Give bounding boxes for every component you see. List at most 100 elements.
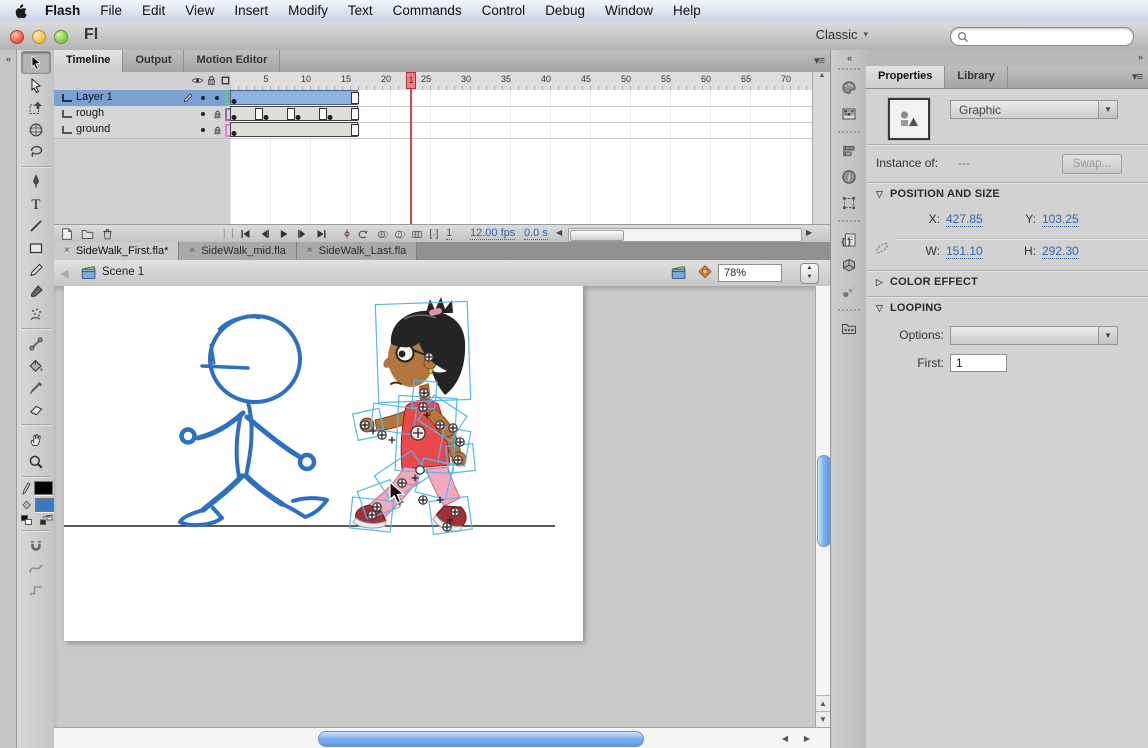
frame-rate-field[interactable]: 12.00 fps: [470, 227, 516, 240]
hand-tool[interactable]: [22, 429, 50, 450]
edit-multiple-frames-button[interactable]: [408, 226, 426, 242]
transform-panel-button[interactable]: [836, 191, 862, 215]
menu-item-text[interactable]: Text: [338, 0, 383, 22]
layer-row-layer-1[interactable]: Layer 1: [54, 90, 237, 107]
blank-keyframe[interactable]: [319, 108, 327, 120]
scroll-down-button[interactable]: ▼: [816, 711, 830, 727]
tab-properties[interactable]: Properties: [866, 66, 946, 88]
frame-span[interactable]: [230, 122, 358, 137]
timeline-vertical-scrollbar[interactable]: ▲: [812, 72, 831, 224]
play-button[interactable]: [274, 226, 292, 242]
eraser-tool[interactable]: [22, 399, 50, 420]
new-folder-button[interactable]: [78, 226, 96, 242]
stroke-color-swatch[interactable]: [34, 481, 53, 495]
onion-skin-outlines-button[interactable]: [391, 226, 409, 242]
subselection-tool[interactable]: [22, 75, 50, 96]
scroll-up-button[interactable]: ▲: [816, 695, 830, 711]
close-tab-icon[interactable]: ×: [189, 242, 195, 260]
selection-tool[interactable]: [21, 51, 51, 74]
looping-options-dropdown[interactable]: ▼: [950, 326, 1118, 345]
frame-row-rough[interactable]: [230, 106, 812, 123]
document-tab[interactable]: × SideWalk_Last.fla: [296, 242, 418, 260]
straighten-option[interactable]: [22, 579, 50, 600]
keyframe-dot[interactable]: [231, 99, 237, 104]
line-tool[interactable]: [22, 215, 50, 236]
document-tab[interactable]: × SideWalk_mid.fla: [179, 242, 297, 260]
first-frame-input[interactable]: 1: [950, 354, 1007, 372]
modify-markers-button[interactable]: [·]: [425, 226, 443, 242]
default-colors-icon[interactable]: [21, 515, 33, 526]
tab-output[interactable]: Output: [123, 50, 185, 72]
loop-playback-button[interactable]: [354, 226, 372, 242]
spray-brush-tool[interactable]: [22, 303, 50, 324]
visible-dot-icon[interactable]: [197, 124, 209, 136]
scroll-left-button[interactable]: ◀: [776, 732, 794, 746]
layer-name[interactable]: Layer 1: [76, 91, 113, 103]
zoom-tool[interactable]: [22, 451, 50, 472]
text-tool[interactable]: T: [22, 193, 50, 214]
search-input[interactable]: [950, 27, 1134, 46]
delete-layer-button[interactable]: [98, 226, 116, 242]
go-to-first-frame-button[interactable]: [236, 226, 254, 242]
onion-skin-button[interactable]: [374, 226, 392, 242]
current-frame-field[interactable]: 1: [446, 227, 453, 240]
scroll-right-button[interactable]: ▶: [798, 732, 816, 746]
timeline-scroll-left-icon[interactable]: ◀: [556, 228, 562, 237]
timeline-scrollbar-thumb[interactable]: [570, 230, 624, 241]
paint-bucket-tool[interactable]: [22, 355, 50, 376]
h-value[interactable]: 292.30: [1042, 244, 1079, 259]
apple-menu-icon[interactable]: [14, 3, 27, 19]
menu-item-view[interactable]: View: [175, 0, 224, 22]
frame-row-layer-1[interactable]: [230, 90, 812, 107]
menu-item-file[interactable]: File: [90, 0, 132, 22]
color-effect-header[interactable]: ▷ COLOR EFFECT: [876, 276, 978, 288]
zoom-stepper[interactable]: ▲ ▼: [800, 263, 819, 284]
tab-timeline[interactable]: Timeline: [54, 50, 124, 72]
step-back-button[interactable]: [255, 226, 273, 242]
layer-row-rough[interactable]: rough: [54, 106, 237, 123]
zoom-level-field[interactable]: 78%: [718, 264, 782, 282]
smooth-option[interactable]: [22, 557, 50, 578]
components-panel-button[interactable]: [836, 254, 862, 278]
keyframe-dot[interactable]: [263, 115, 269, 120]
visible-dot-icon[interactable]: [197, 92, 209, 104]
free-transform-tool[interactable]: [22, 97, 50, 118]
close-tab-icon[interactable]: ×: [307, 242, 313, 260]
timeline-horizontal-scrollbar[interactable]: [568, 228, 802, 242]
document-tab[interactable]: × SideWalk_First.fla*: [54, 242, 180, 260]
pen-tool[interactable]: [22, 171, 50, 192]
color-panel-button[interactable]: [836, 76, 862, 100]
3d-rotation-tool[interactable]: [22, 119, 50, 140]
layer-row-ground[interactable]: ground: [54, 122, 237, 139]
timeline-scroll-right-icon[interactable]: ▶: [806, 228, 812, 237]
menu-item-window[interactable]: Window: [595, 0, 663, 22]
lock-icon[interactable]: [211, 108, 223, 120]
lasso-tool[interactable]: [22, 141, 50, 162]
menu-item-modify[interactable]: Modify: [278, 0, 338, 22]
y-value[interactable]: 103.25: [1042, 212, 1079, 227]
frame-ruler[interactable]: 5 10 15 20 25 30 35 40 45 50 55 60 65 70: [230, 72, 812, 91]
horizontal-scrollbar-thumb[interactable]: [318, 731, 644, 747]
keyframe-dot[interactable]: [231, 131, 237, 136]
collapse-dock-icon[interactable]: «: [831, 53, 867, 63]
menu-item-flash[interactable]: Flash: [35, 0, 90, 22]
unlock-dot-icon[interactable]: [211, 92, 223, 104]
tab-motion-editor[interactable]: Motion Editor: [184, 50, 281, 72]
keyframe-dot[interactable]: [327, 115, 333, 120]
lock-all-layers-icon[interactable]: [205, 74, 218, 87]
expand-panels-icon[interactable]: »: [1138, 52, 1143, 62]
scene-name-label[interactable]: Scene 1: [102, 266, 144, 278]
minimize-window-button[interactable]: [32, 30, 46, 44]
menu-item-commands[interactable]: Commands: [383, 0, 472, 22]
frame-span[interactable]: [230, 90, 358, 105]
fill-color-swatch[interactable]: [35, 498, 54, 512]
menu-item-control[interactable]: Control: [472, 0, 536, 22]
edit-scene-button[interactable]: [670, 264, 688, 282]
zoom-window-button[interactable]: [54, 30, 68, 44]
symbol-type-dropdown[interactable]: Graphic ▼: [950, 100, 1118, 119]
stroke-color-control[interactable]: [21, 481, 55, 495]
edit-symbols-button[interactable]: [696, 264, 714, 282]
close-tab-icon[interactable]: ×: [64, 242, 70, 260]
menu-item-debug[interactable]: Debug: [535, 0, 595, 22]
motion-presets-panel-button[interactable]: [836, 280, 862, 304]
